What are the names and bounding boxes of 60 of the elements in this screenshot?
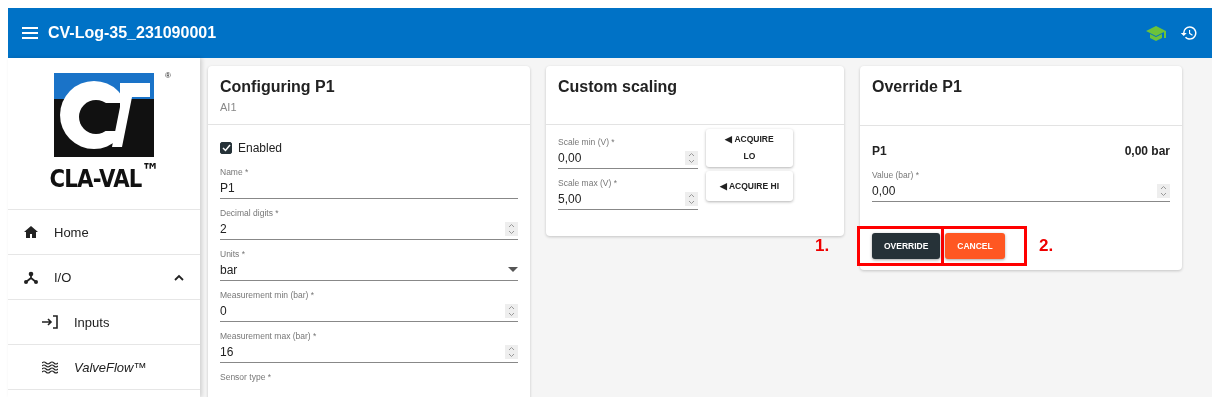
logo-text: CLA-VAL$^{™}$ [49, 159, 159, 194]
stepper-icon[interactable] [685, 192, 698, 206]
field-label: Decimal digits * [220, 208, 280, 219]
caret-icon [508, 267, 518, 273]
login-arrow-icon [42, 315, 58, 329]
field-label: Units * [220, 249, 247, 260]
channel-reading: 0,00 bar [1124, 144, 1170, 158]
input-field[interactable]: 16 [220, 342, 518, 363]
history-icon[interactable] [1180, 24, 1198, 42]
stepper-icon[interactable] [505, 345, 518, 359]
step-marker: 1. [815, 236, 830, 256]
stepper-icon[interactable] [505, 304, 518, 318]
field-value: 0,00 [558, 151, 583, 165]
nav-label: Inputs [74, 314, 110, 330]
field-value: bar [220, 263, 239, 277]
app-title: CV-Log-35_231090001 [48, 24, 217, 42]
field-value: 5,00 [558, 192, 583, 206]
card-title: Configuring P1 [220, 78, 336, 96]
network-icon [24, 270, 38, 284]
field-label: Scale min (V) * [558, 137, 616, 148]
stepper-icon[interactable] [1157, 184, 1170, 198]
acquire-button[interactable]: ◀ ACQUIRE LO [706, 129, 793, 167]
field-value: 16 [220, 345, 235, 359]
field-label: Measurement max (bar) * [220, 331, 318, 342]
nav-label: ValveFlow™ [74, 359, 147, 375]
nav-label: Home [54, 224, 89, 240]
chevron-up-icon[interactable] [174, 273, 184, 281]
step-marker: 2. [1039, 236, 1054, 256]
checkbox-label: Enabled [238, 141, 283, 155]
field-label: Measurement min (bar) * [220, 290, 315, 301]
field-value: P1 [220, 181, 236, 195]
field-label: Value (bar) * [872, 170, 921, 181]
input-field[interactable]: 0,00 [558, 148, 698, 169]
input-field[interactable]: 5,00 [558, 189, 698, 210]
registered-mark: ® [165, 71, 171, 80]
field-value: 0 [220, 304, 228, 318]
checkbox[interactable] [220, 142, 232, 154]
menu-icon[interactable] [22, 27, 38, 39]
input-field[interactable]: 2 [220, 219, 518, 240]
field-value: 2 [220, 222, 228, 236]
card-title: Custom scaling [558, 78, 679, 96]
card-title: Override P1 [872, 78, 963, 96]
nav-label: I/O [54, 269, 72, 285]
waves-icon [42, 360, 58, 374]
input-field[interactable]: 0,00 [872, 181, 1170, 202]
card-subtitle: AI1 [220, 101, 238, 113]
input-field[interactable]: 0 [220, 301, 518, 322]
override-button[interactable]: OVERRIDE [872, 233, 940, 259]
channel-name: P1 [872, 144, 887, 158]
stepper-icon[interactable] [685, 151, 698, 165]
field-value: 0,00 [872, 184, 897, 198]
field-label: Scale max (V) * [558, 178, 619, 189]
input-field[interactable]: P1 [220, 178, 518, 199]
acquire-button[interactable]: ◀ ACQUIRE HI [706, 171, 793, 201]
field-label: Name * [220, 167, 250, 178]
graduation-cap-icon[interactable] [1146, 25, 1166, 41]
dropdown-field[interactable]: bar [220, 260, 518, 281]
stepper-icon[interactable] [505, 222, 518, 236]
home-icon [24, 226, 38, 238]
field-label: Sensor type * [220, 372, 273, 383]
